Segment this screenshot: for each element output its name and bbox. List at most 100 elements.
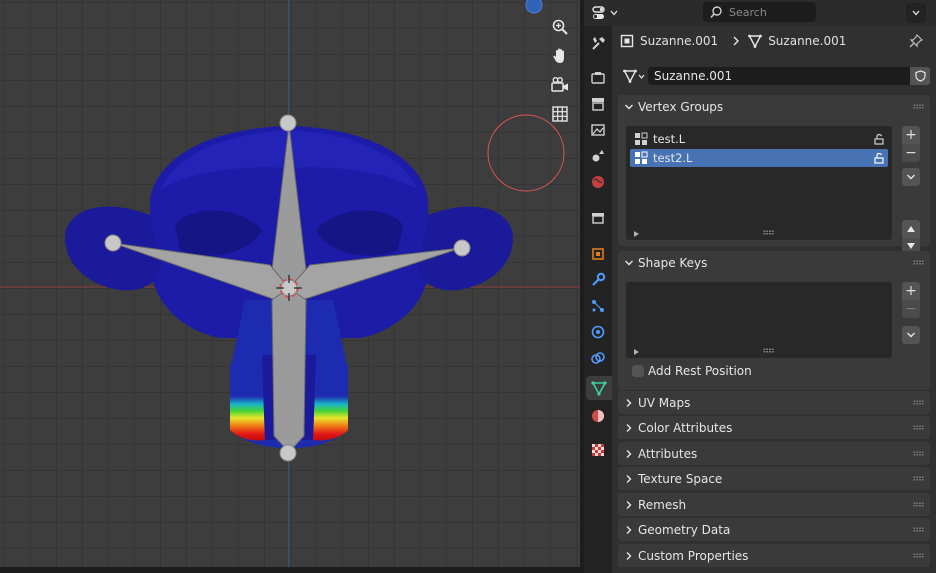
add-rest-position-checkbox[interactable] <box>632 365 644 377</box>
unlock-icon[interactable] <box>870 152 888 164</box>
constraints-tab-icon[interactable] <box>586 346 610 370</box>
render-tab-icon[interactable] <box>586 66 610 90</box>
shape-keys-panel-body: + − Add Rest Position <box>618 274 930 390</box>
vertex-group-specials-button[interactable] <box>902 168 920 186</box>
properties-editor-icon <box>592 6 605 19</box>
breadcrumb: Suzanne.001 Suzanne.001 <box>620 34 846 48</box>
remove-shape-key-button[interactable]: − <box>902 300 920 318</box>
viewport-bottom-edge <box>0 567 580 573</box>
chevron-right-icon <box>620 525 638 535</box>
geometry-data-panel-header[interactable]: Geometry Data <box>618 518 930 541</box>
vertex-group-list[interactable]: test.L test2.L <box>626 126 892 240</box>
shape-key-list[interactable] <box>626 282 892 358</box>
chevron-right-icon <box>620 423 638 433</box>
add-rest-position-label: Add Rest Position <box>648 364 752 378</box>
vertex-groups-panel-header[interactable]: Vertex Groups <box>618 95 930 118</box>
header-options-dropdown[interactable] <box>906 3 926 23</box>
chevron-right-icon <box>733 36 740 46</box>
modifiers-tab-icon[interactable] <box>586 268 610 292</box>
remove-vertex-group-button[interactable]: − <box>902 144 920 162</box>
attributes-panel-header[interactable]: Attributes <box>618 442 930 465</box>
list-resize-handle-icon[interactable] <box>763 230 774 235</box>
breadcrumb-object-name: Suzanne.001 <box>640 34 719 48</box>
editor-type-dropdown[interactable] <box>592 3 620 23</box>
drag-handle-icon[interactable] <box>913 451 924 456</box>
scene-tab-icon[interactable] <box>586 144 610 168</box>
viewport-scene <box>0 0 580 573</box>
drag-handle-icon[interactable] <box>913 400 924 405</box>
hand-pan-icon[interactable] <box>547 43 573 69</box>
chevron-right-icon <box>620 398 638 408</box>
search-icon <box>710 6 722 19</box>
filter-expand-icon[interactable] <box>634 231 639 237</box>
chevron-right-icon <box>620 474 638 484</box>
3d-viewport[interactable] <box>0 0 580 573</box>
uv-maps-panel-header[interactable]: UV Maps <box>618 391 930 414</box>
view-layer-tab-icon[interactable] <box>586 118 610 142</box>
add-shape-key-button[interactable]: + <box>902 282 920 300</box>
add-vertex-group-button[interactable]: + <box>902 126 920 144</box>
object-tab-icon[interactable] <box>586 242 610 266</box>
drag-handle-icon[interactable] <box>913 104 924 109</box>
breadcrumb-mesh-name: Suzanne.001 <box>768 34 847 48</box>
chevron-right-icon <box>620 449 638 459</box>
move-up-button[interactable] <box>902 220 920 238</box>
chevron-down-icon <box>638 74 645 79</box>
properties-content: Suzanne.001 Suzanne.001 Suzanne.001 Vert… <box>612 26 936 573</box>
unlock-icon[interactable] <box>870 133 888 145</box>
material-tab-icon[interactable] <box>586 404 610 428</box>
drag-handle-icon[interactable] <box>913 553 924 558</box>
vertex-group-item-selected[interactable]: test2.L <box>630 149 888 167</box>
list-resize-handle-icon[interactable] <box>763 348 774 353</box>
shape-keys-panel-header[interactable]: Shape Keys <box>618 251 930 274</box>
drag-handle-icon[interactable] <box>913 527 924 532</box>
data-tab-icon[interactable] <box>586 376 612 400</box>
search-field[interactable] <box>703 2 816 22</box>
tool-tab-icon[interactable] <box>586 32 610 56</box>
drag-handle-icon[interactable] <box>913 502 924 507</box>
panel-title: Custom Properties <box>638 548 749 563</box>
panel-title: Texture Space <box>638 471 723 486</box>
physics-tab-icon[interactable] <box>586 320 610 344</box>
shape-key-specials-button[interactable] <box>902 326 920 344</box>
pin-icon[interactable] <box>909 33 924 51</box>
chevron-down-icon <box>610 10 618 16</box>
world-tab-icon[interactable] <box>586 170 610 194</box>
remesh-panel-header[interactable]: Remesh <box>618 493 930 516</box>
color-attributes-panel-header[interactable]: Color Attributes <box>618 416 930 439</box>
shape-keys-title: Shape Keys <box>638 255 708 270</box>
vertex-group-icon <box>635 132 648 145</box>
drag-handle-icon[interactable] <box>913 260 924 265</box>
fake-user-shield-icon[interactable] <box>910 67 930 85</box>
add-rest-position-row[interactable]: Add Rest Position <box>632 364 752 378</box>
vertex-group-icon <box>635 151 648 164</box>
drag-handle-icon[interactable] <box>913 476 924 481</box>
search-input[interactable] <box>725 5 809 19</box>
texture-tab-icon[interactable] <box>586 438 610 462</box>
chevron-down-icon <box>620 259 638 267</box>
chevron-down-icon <box>620 103 638 111</box>
particles-tab-icon[interactable] <box>586 294 610 318</box>
panel-title: Attributes <box>638 446 698 461</box>
filter-expand-icon[interactable] <box>634 349 639 355</box>
chevron-right-icon <box>620 500 638 510</box>
panel-title: Geometry Data <box>638 522 731 537</box>
vertex-group-item[interactable]: test.L <box>630 130 888 148</box>
camera-view-icon[interactable] <box>547 72 573 98</box>
zoom-icon[interactable] <box>547 14 573 40</box>
collection-tab-icon[interactable] <box>586 206 610 230</box>
mesh-name-field[interactable]: Suzanne.001 <box>648 67 910 85</box>
properties-header <box>584 0 936 26</box>
texture-space-panel-header[interactable]: Texture Space <box>618 467 930 490</box>
mesh-browse-dropdown[interactable] <box>620 66 648 86</box>
list-footer <box>626 226 892 240</box>
drag-handle-icon[interactable] <box>913 425 924 430</box>
vertex-group-name: test.L <box>653 132 686 146</box>
vertex-group-name: test2.L <box>653 151 693 165</box>
chevron-down-icon <box>912 10 920 16</box>
grid-ortho-icon[interactable] <box>547 101 573 127</box>
custom-properties-panel-header[interactable]: Custom Properties <box>618 544 930 567</box>
vertex-groups-panel-body: test.L test2.L + − <box>618 118 930 254</box>
output-tab-icon[interactable] <box>586 92 610 116</box>
properties-editor: Suzanne.001 Suzanne.001 Suzanne.001 Vert… <box>584 0 936 573</box>
